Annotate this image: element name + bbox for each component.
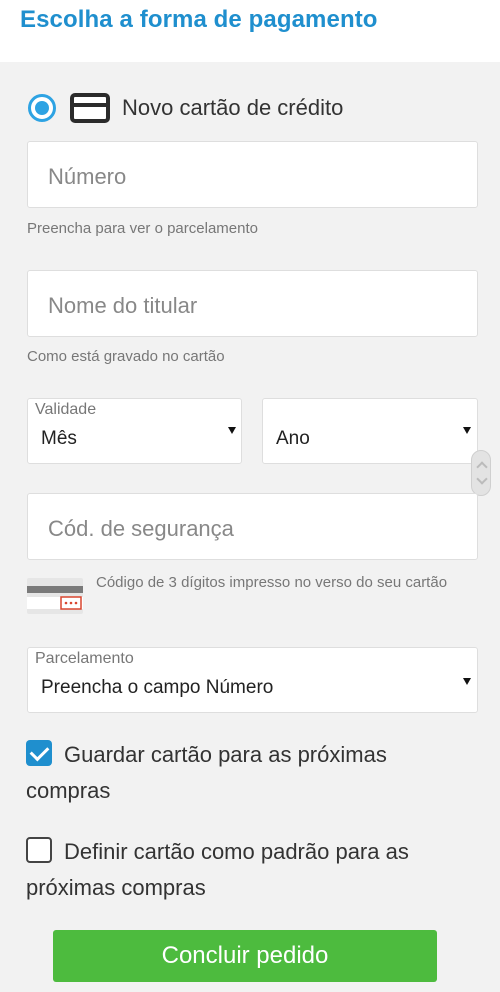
default-card-checkbox-row[interactable]: Definir cartão como padrão para as próxi… [26,834,446,906]
validity-label: Validade [35,401,97,418]
installments-value: Preencha o campo Número [41,677,274,698]
security-code-input[interactable]: Cód. de segurança [27,493,478,560]
new-card-label: Novo cartão de crédito [122,95,344,120]
card-number-hint: Preencha para ver o parcelamento [27,220,258,237]
card-number-input[interactable]: Número [27,141,478,208]
new-credit-card-option[interactable]: Novo cartão de crédito [28,92,343,124]
card-holder-placeholder: Nome do titular [48,293,198,318]
security-code-hint: Código de 3 dígitos impresso no verso do… [96,574,448,591]
default-card-checkbox[interactable] [26,837,52,863]
year-dropdown-caret-icon [463,427,471,434]
default-card-label: Definir cartão como padrão para as próxi… [26,839,409,900]
expiry-month-select[interactable]: Validade Mês [27,398,242,464]
expiry-year-select[interactable]: Ano [262,398,478,464]
year-value: Ano [276,428,310,449]
installments-select[interactable]: Parcelamento Preencha o campo Número [27,647,478,713]
security-code-placeholder: Cód. de segurança [48,516,234,541]
card-number-placeholder: Número [48,164,127,189]
page-title: Escolha a forma de pagamento [20,6,378,33]
save-card-checkbox-row[interactable]: Guardar cartão para as próximas compras [26,737,446,809]
radio-button-selected[interactable] [28,94,56,122]
scrollbar-thumb[interactable] [471,450,491,496]
installments-label: Parcelamento [35,650,134,667]
month-value: Mês [41,428,77,449]
month-dropdown-caret-icon [228,427,236,434]
card-holder-hint: Como está gravado no cartão [27,348,225,365]
card-holder-input[interactable]: Nome do titular [27,270,478,337]
credit-card-icon [70,93,110,123]
card-back-cvv-icon [27,578,83,614]
save-card-checkbox[interactable] [26,740,52,766]
installments-dropdown-caret-icon [463,678,471,685]
submit-order-button[interactable]: Concluir pedido [53,930,437,982]
save-card-label: Guardar cartão para as próximas compras [26,742,387,803]
